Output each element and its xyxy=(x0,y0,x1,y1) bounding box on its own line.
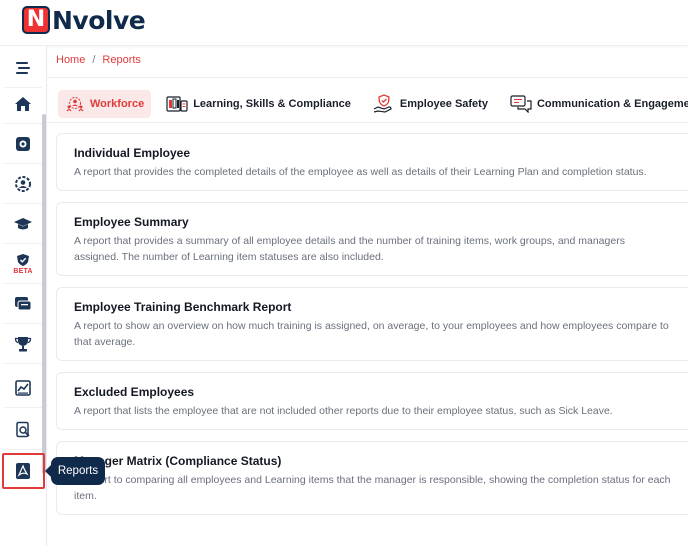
graduation-cap-icon[interactable] xyxy=(4,204,42,244)
report-title: Employee Training Benchmark Report xyxy=(74,300,292,314)
report-list: Individual Employee A report that provid… xyxy=(56,133,688,526)
report-title: Employee Summary xyxy=(74,215,189,229)
report-title: Excluded Employees xyxy=(74,385,195,399)
report-card-training-benchmark[interactable]: Employee Training Benchmark Report A rep… xyxy=(56,287,688,361)
sidebar-active-highlight xyxy=(2,453,45,489)
chart-icon[interactable] xyxy=(4,368,42,408)
tab-label: Communication & Engagement xyxy=(536,98,688,110)
report-card-excluded-employees[interactable]: Excluded Employees A report that lists t… xyxy=(56,372,688,430)
settings-user-icon[interactable] xyxy=(4,164,42,204)
breadcrumb-home-link[interactable]: Home xyxy=(56,54,85,66)
top-bar: N Nvolve xyxy=(0,0,688,46)
tab-employee-safety[interactable]: Employee Safety xyxy=(366,90,495,118)
report-card-employee-summary[interactable]: Employee Summary A report that provides … xyxy=(56,202,688,276)
tab-label: Workforce xyxy=(90,98,145,110)
reports-tooltip: Reports xyxy=(45,457,105,485)
breadcrumb: Home / Reports xyxy=(56,54,141,66)
beta-badge: BETA xyxy=(13,267,33,275)
tabs-divider xyxy=(47,122,688,123)
logo-mark: N xyxy=(22,6,50,34)
tab-communication-engagement[interactable]: Communication & Engagement xyxy=(503,90,688,118)
logo-text: Nvolve xyxy=(52,5,146,35)
report-description: A report that provides the completed det… xyxy=(74,166,647,178)
hand-shield-icon xyxy=(373,94,392,113)
tab-learning-skills-compliance[interactable]: Learning, Skills & Compliance xyxy=(159,90,358,118)
report-description: A report to show an overview on how much… xyxy=(74,320,669,348)
tab-label: Employee Safety xyxy=(399,98,488,110)
tab-workforce[interactable]: Workforce xyxy=(58,90,152,118)
report-title: Manager Matrix (Compliance Status) xyxy=(74,454,282,468)
report-card-individual-employee[interactable]: Individual Employee A report that provid… xyxy=(56,133,688,191)
tab-label: Learning, Skills & Compliance xyxy=(193,98,351,110)
chat-bubbles-icon xyxy=(510,95,532,113)
breadcrumb-separator: / xyxy=(92,54,96,66)
hamburger-menu-icon[interactable] xyxy=(4,48,42,88)
books-icon xyxy=(166,96,188,112)
chat-icon[interactable] xyxy=(4,284,42,324)
breadcrumb-reports[interactable]: Reports xyxy=(102,54,141,66)
people-icon xyxy=(66,97,84,112)
report-title: Individual Employee xyxy=(74,146,191,160)
report-card-manager-matrix[interactable]: Manager Matrix (Compliance Status) A rep… xyxy=(56,441,688,515)
report-category-tabs: Workforce Learning, Skills & Compliance … xyxy=(58,89,688,119)
header-divider xyxy=(47,77,688,78)
report-description: A report that lists the employee that ar… xyxy=(74,405,613,417)
report-description: A report to comparing all employees and … xyxy=(74,474,671,502)
document-search-icon[interactable] xyxy=(4,410,42,450)
nvolve-logo[interactable]: N Nvolve xyxy=(22,5,146,35)
report-description: A report that provides a summary of all … xyxy=(74,235,625,263)
home-icon[interactable] xyxy=(4,84,42,124)
shield-beta-icon[interactable]: BETA xyxy=(4,244,42,284)
gear-badge-icon[interactable] xyxy=(4,124,42,164)
sidebar-scrollbar[interactable] xyxy=(42,114,46,474)
trophy-icon[interactable] xyxy=(4,324,42,364)
